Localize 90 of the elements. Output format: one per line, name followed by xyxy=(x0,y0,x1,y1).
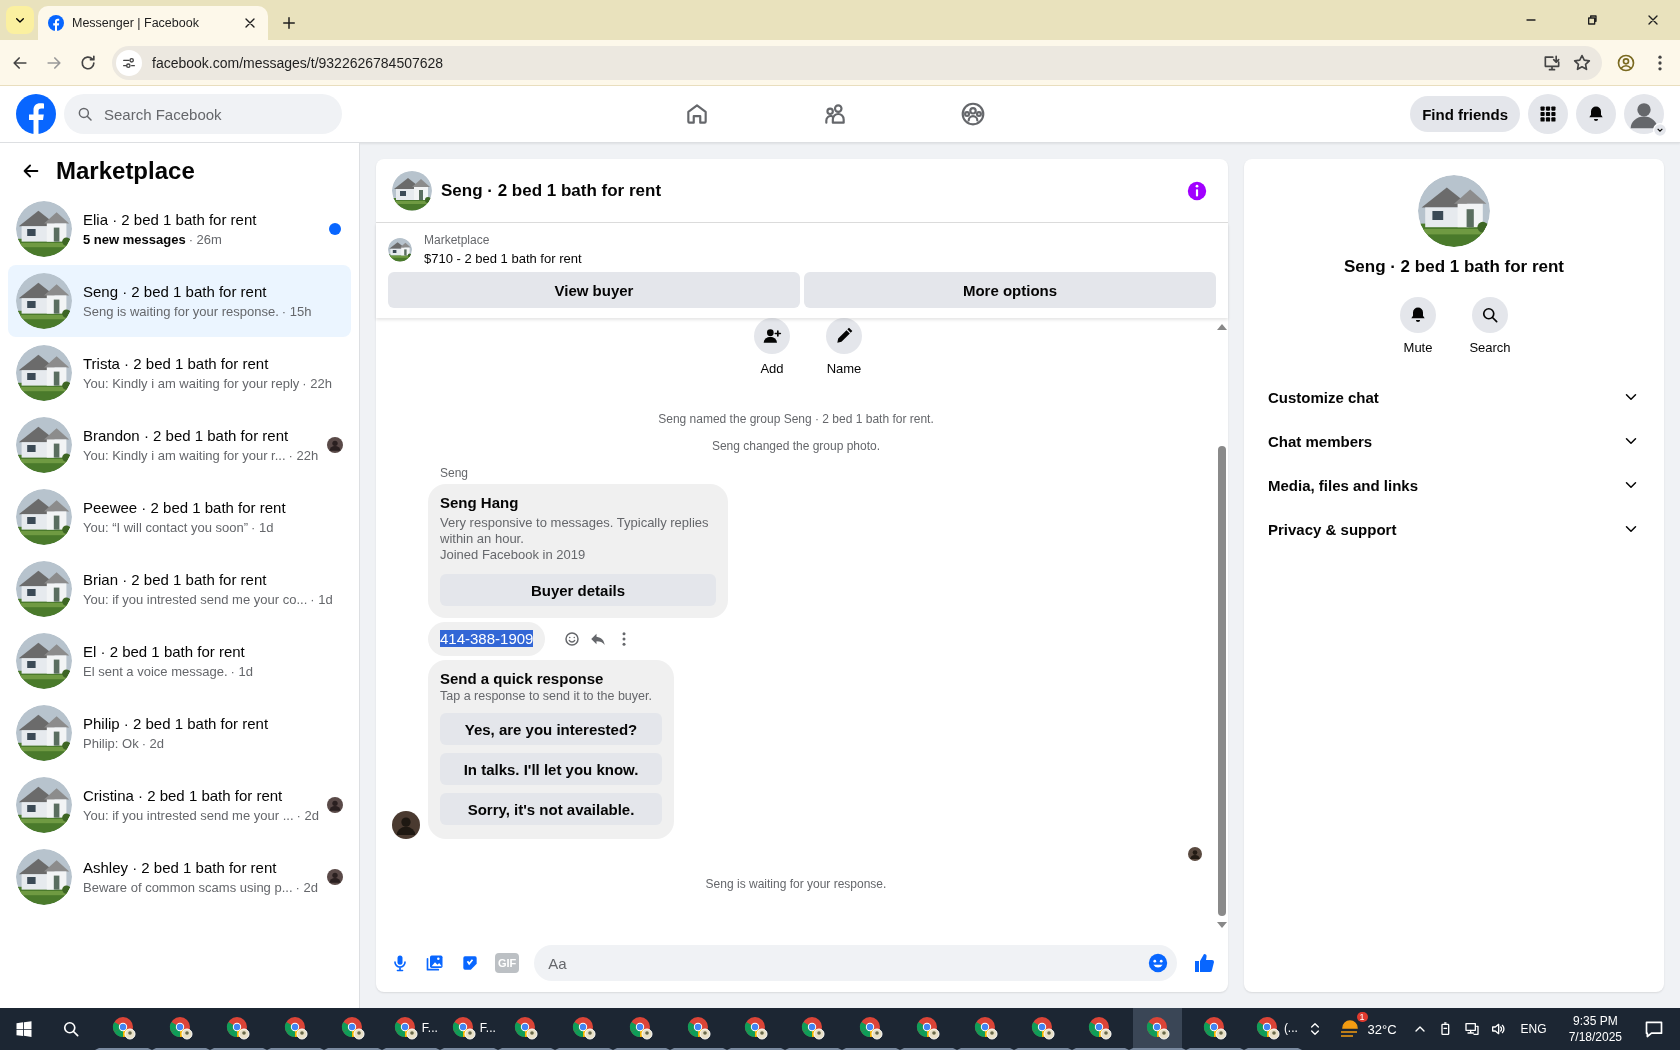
conversation-title: El · 2 bed 1 bath for rent xyxy=(83,643,246,660)
action-label: Name xyxy=(826,361,862,376)
section-label: Privacy & support xyxy=(1268,520,1398,538)
conversation-item[interactable]: Ashley · 2 bed 1 bath for rent Beware of common scams using p... · 2d xyxy=(8,841,351,913)
section-label: Chat members xyxy=(1268,432,1374,450)
app-label: F... xyxy=(479,1021,496,1035)
app-label: (... xyxy=(1283,1021,1298,1035)
section-item[interactable]: Chat members xyxy=(1260,419,1648,463)
sender-name: Seng xyxy=(439,466,469,480)
message-preview: El sent a voice message. xyxy=(83,664,228,679)
system-message: Seng changed the group photo. xyxy=(710,439,882,453)
language-indicator[interactable]: ENG xyxy=(1520,1022,1547,1036)
quick-reply-button[interactable]: Yes, are you interested? xyxy=(440,713,662,745)
temperature-text: 32°C xyxy=(1367,1021,1397,1037)
action-label: Mute xyxy=(1403,340,1433,355)
message-preview: You: if you intrested send me your co... xyxy=(83,592,308,607)
section-label: Customize chat xyxy=(1268,388,1380,406)
conversation-title: Cristina · 2 bed 1 bath for rent xyxy=(83,787,284,804)
action-label: Search xyxy=(1469,340,1511,355)
message-preview: You: if you intrested send me your ... xyxy=(83,808,294,823)
quick-response-title: Send a quick response xyxy=(440,670,605,687)
conversation-title: Philip · 2 bed 1 bath for rent xyxy=(83,715,270,732)
message-time: · 1d xyxy=(251,520,274,535)
profile-detail: Joined Facebook in 2019 xyxy=(440,547,587,563)
search-input[interactable]: Search Facebook xyxy=(102,104,330,124)
conversation-title: Trista · 2 bed 1 bath for rent xyxy=(83,355,270,372)
section-label: Media, files and links xyxy=(1268,476,1420,494)
conversation-item[interactable]: Seng · 2 bed 1 bath for rent Seng is waiting for your response. · 15h xyxy=(8,265,351,337)
message-input[interactable]: Aa xyxy=(546,953,1147,973)
conversation-item[interactable]: Peewee · 2 bed 1 bath for rent You: “I will contact you soon” · 1d xyxy=(8,481,351,553)
message-time: · 2d xyxy=(295,880,318,895)
conversation-title: Brandon · 2 bed 1 bath for rent xyxy=(83,427,290,444)
message-preview: 5 new messages xyxy=(83,232,186,247)
conversation-item[interactable]: Elia · 2 bed 1 bath for rent 5 new messages · 26m xyxy=(8,193,351,265)
conversation-title: Seng · 2 bed 1 bath for rent xyxy=(83,283,268,300)
section-item[interactable]: Customize chat xyxy=(1260,375,1648,419)
message-text: 414-388-1909 xyxy=(440,630,534,647)
tab-title: Messenger | Facebook xyxy=(72,16,200,30)
quick-reply-button[interactable]: In talks. I'll let you know. xyxy=(440,753,662,785)
conversation-item[interactable]: Brian · 2 bed 1 bath for rent You: if you intrested send me your co... · 1d xyxy=(8,553,351,625)
conversation-item[interactable]: Trista · 2 bed 1 bath for rent You: Kindly i am waiting for your reply · 22h xyxy=(8,337,351,409)
profile-detail: Very responsive to messages. Typically replies within an hour. xyxy=(440,515,710,547)
conversation-title: Brian · 2 bed 1 bath for rent xyxy=(83,571,268,588)
action-button[interactable]: More options xyxy=(804,272,1216,308)
quick-response-subtitle: Tap a response to send it to the buyer. xyxy=(440,689,653,703)
browser-tab[interactable]: Messenger | Facebook xyxy=(38,6,268,40)
profile-name: Seng Hang xyxy=(440,494,520,511)
conversation-item[interactable]: Philip · 2 bed 1 bath for rent Philip: Ok · 2d xyxy=(8,697,351,769)
chat-title: Seng · 2 bed 1 bath for rent xyxy=(441,180,662,201)
conversation-item[interactable]: Cristina · 2 bed 1 bath for rent You: if you intrested send me your ... · 2d xyxy=(8,769,351,841)
conversation-item[interactable]: El · 2 bed 1 bath for rent El sent a voice message. · 1d xyxy=(8,625,351,697)
message-preview: Philip: Ok xyxy=(83,736,139,751)
message-preview: Seng is waiting for your response. xyxy=(83,304,279,319)
clock-date[interactable]: 7/18/2025 xyxy=(1568,1030,1622,1044)
clock-time[interactable]: 9:35 PM xyxy=(1572,1014,1618,1028)
message-preview: You: “I will contact you soon” xyxy=(83,520,248,535)
message-time: · 26m xyxy=(188,232,222,247)
section-item[interactable]: Privacy & support xyxy=(1260,507,1648,551)
message-preview: You: Kindly i am waiting for your reply xyxy=(83,376,300,391)
message-time: · 22h xyxy=(288,448,319,463)
find-friends-button[interactable]: Find friends xyxy=(1410,96,1520,132)
buyer-details-button[interactable]: Buyer details xyxy=(440,574,716,606)
message-time: · 22h xyxy=(302,376,332,391)
quick-reply-button[interactable]: Sorry, it's not available. xyxy=(440,793,662,825)
conversation-item[interactable]: Brandon · 2 bed 1 bath for rent You: Kindly i am waiting for your r... · 22h xyxy=(8,409,351,481)
conversation-title: Ashley · 2 bed 1 bath for rent xyxy=(83,859,278,876)
message-preview: You: Kindly i am waiting for your r... xyxy=(83,448,286,463)
message-time: · 2d xyxy=(296,808,319,823)
action-button[interactable]: View buyer xyxy=(388,272,800,308)
app-label: F... xyxy=(421,1021,438,1035)
conversation-title: Peewee · 2 bed 1 bath for rent xyxy=(83,499,287,516)
address-field[interactable]: facebook.com/messages/t/9322626784507628 xyxy=(112,45,1602,80)
sidebar-title: Marketplace xyxy=(56,157,195,185)
message-preview: Beware of common scams using p... xyxy=(83,880,293,895)
message-time: · 1d xyxy=(230,664,253,679)
conversation-title: Elia · 2 bed 1 bath for rent xyxy=(83,211,258,228)
message-time: · 1d xyxy=(310,592,333,607)
section-item[interactable]: Media, files and links xyxy=(1260,463,1648,507)
system-message: Seng named the group Seng · 2 bed 1 bath for rent. xyxy=(657,412,935,426)
message-time: · 2d xyxy=(141,736,165,751)
listing-title: $710 - 2 bed 1 bath for rent xyxy=(424,251,582,266)
search-field[interactable]: Search Facebook xyxy=(64,94,342,134)
message-field[interactable]: Aa xyxy=(534,945,1177,981)
message-time: · 15h xyxy=(281,304,312,319)
status-message: Seng is waiting for your response. xyxy=(704,877,888,891)
listing-source: Marketplace xyxy=(424,233,491,247)
url-text: facebook.com/messages/t/9322626784507628 xyxy=(152,54,444,71)
action-label: Add xyxy=(760,361,784,376)
details-title: Seng · 2 bed 1 bath for rent xyxy=(1343,257,1565,277)
notification-badge: 1 xyxy=(1356,1012,1368,1022)
